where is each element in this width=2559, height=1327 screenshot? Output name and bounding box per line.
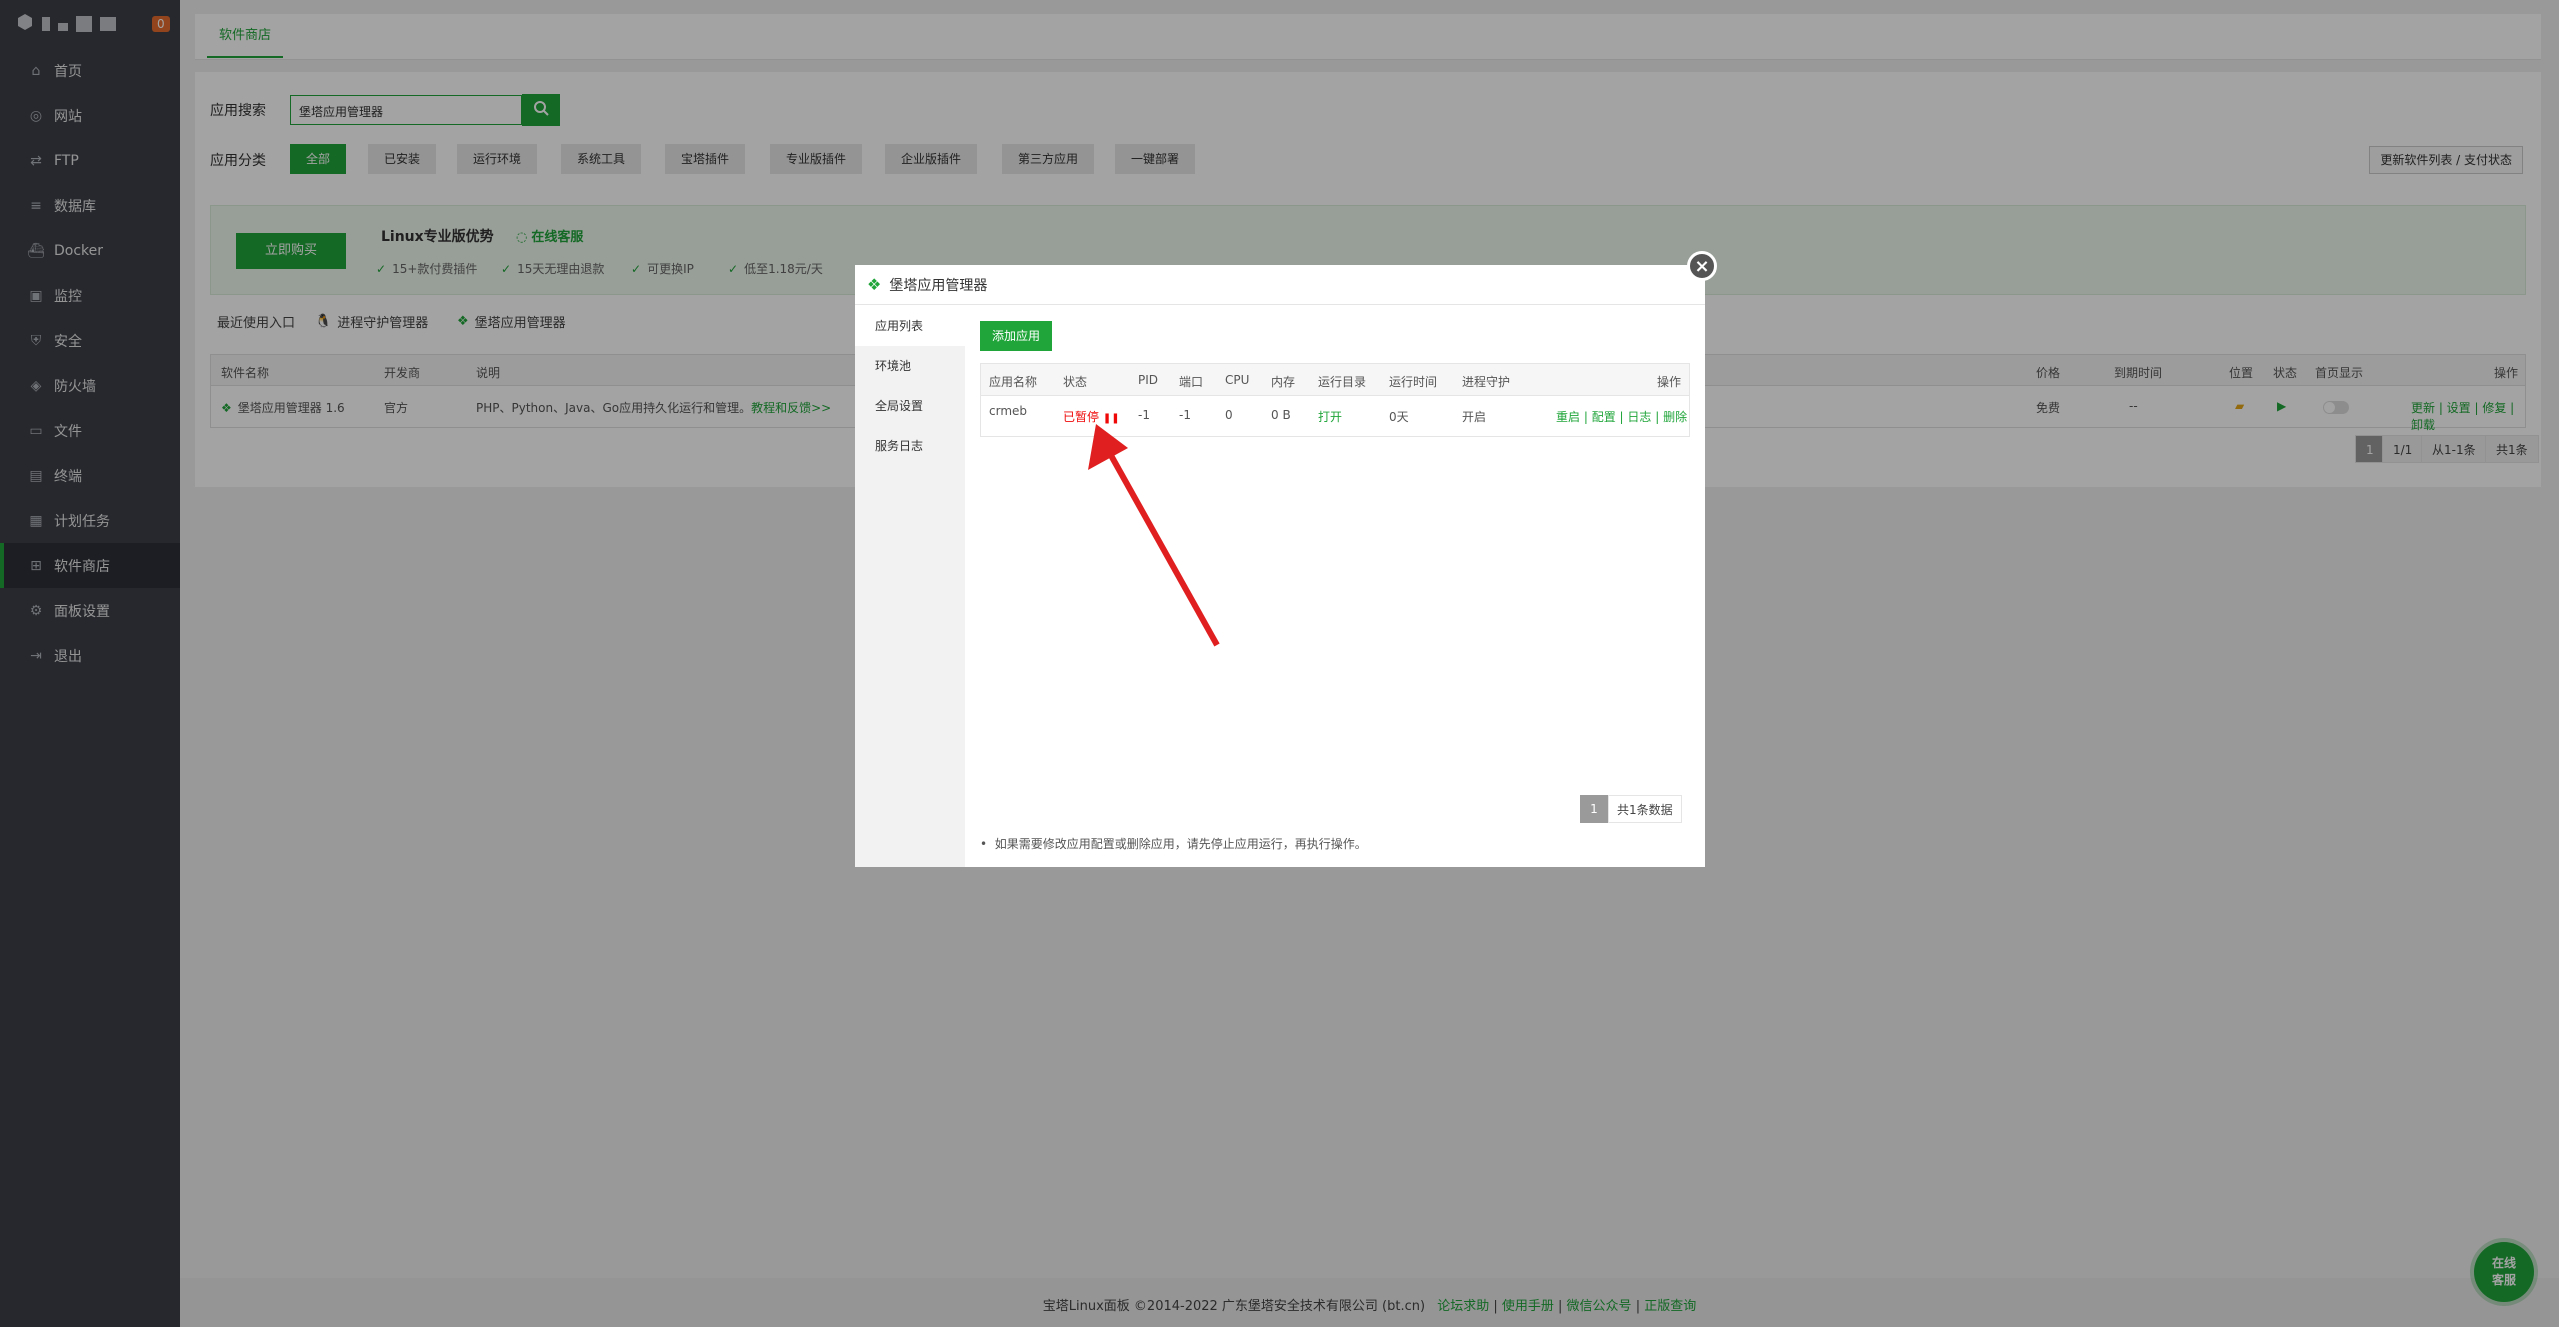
- arrow-head: [1088, 424, 1128, 470]
- arrow-shaft: [1105, 448, 1220, 647]
- annotation-arrow: [1088, 424, 1220, 647]
